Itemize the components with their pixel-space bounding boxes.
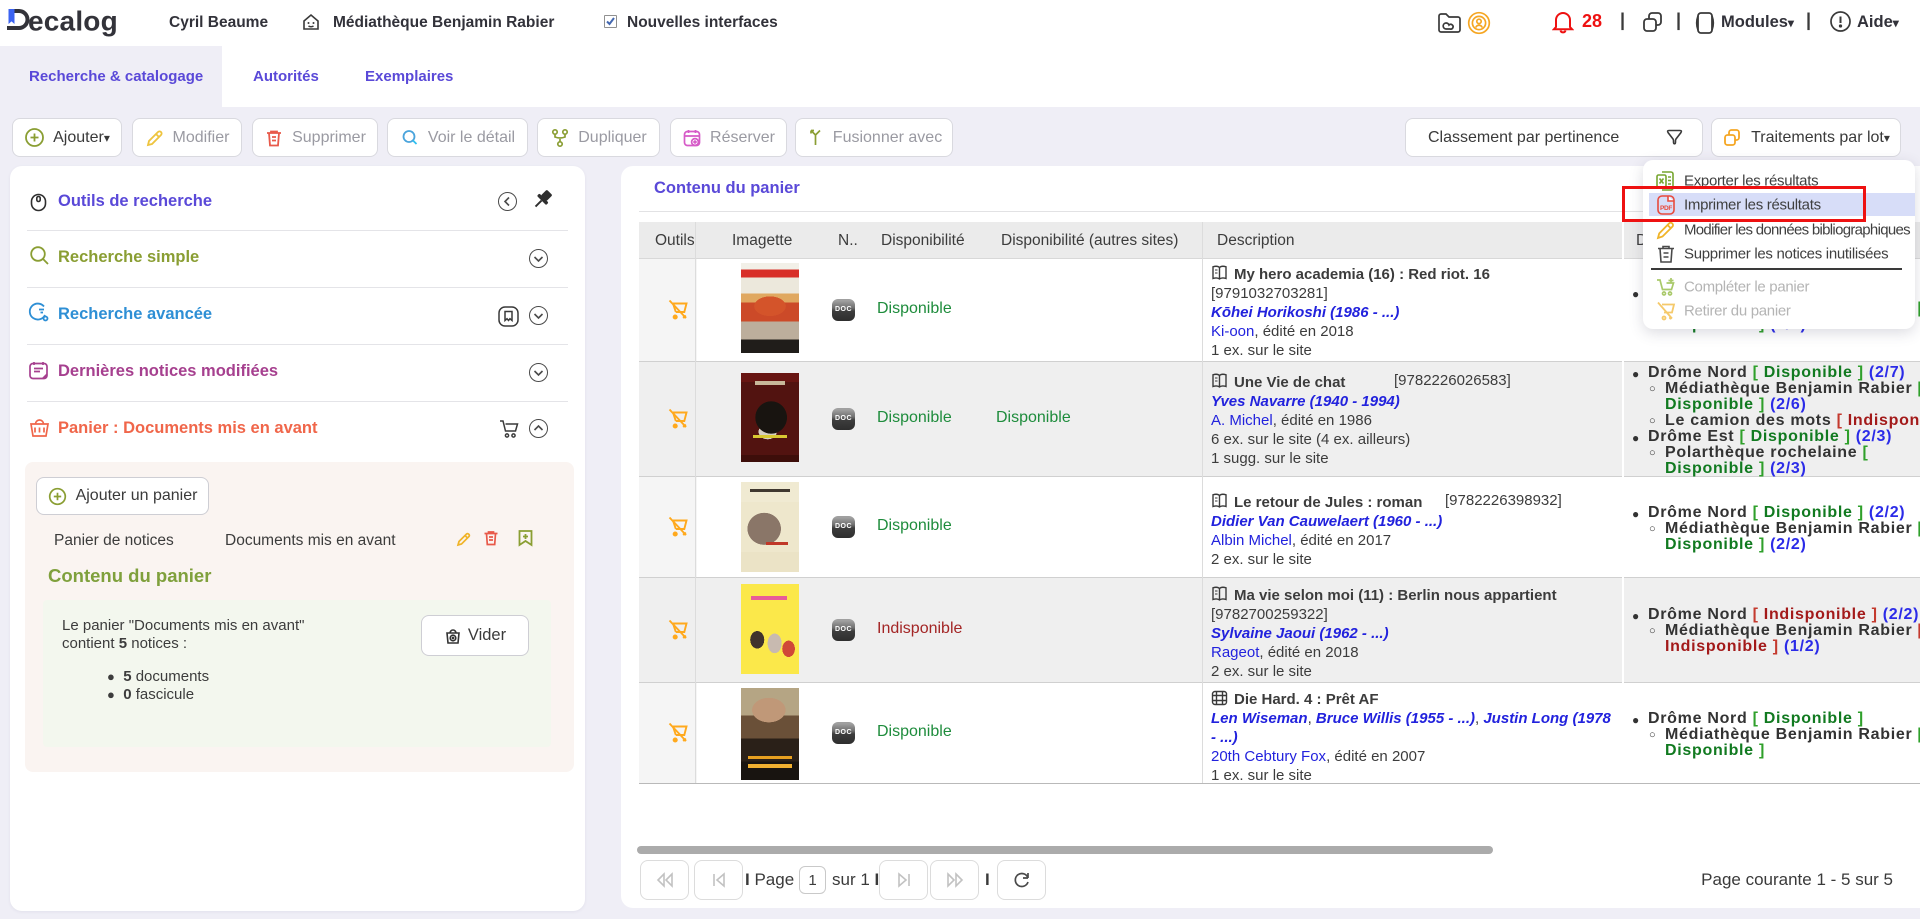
svg-text:ecalog: ecalog [28,6,118,37]
